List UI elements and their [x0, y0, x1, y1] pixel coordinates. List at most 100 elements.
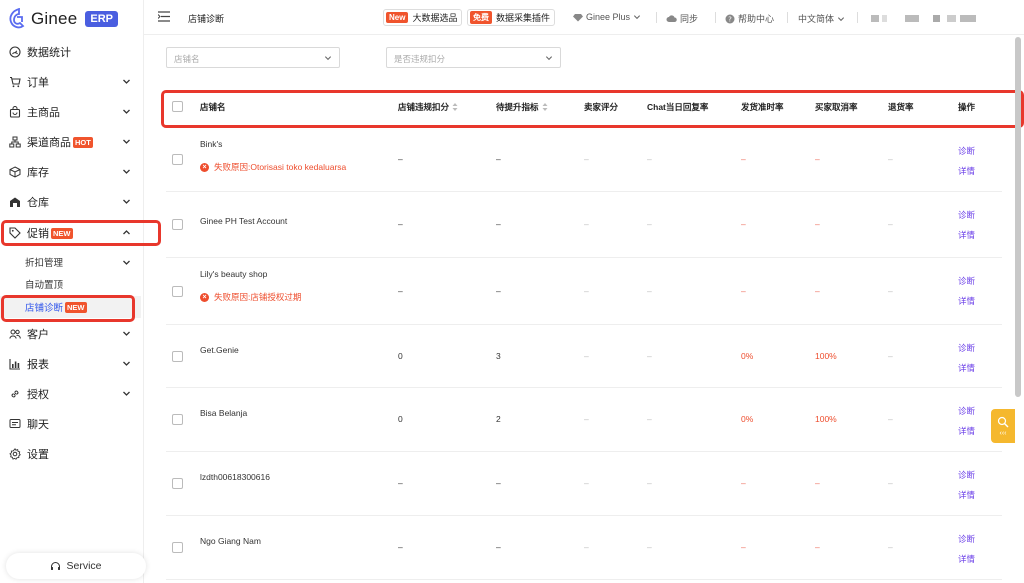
cell-return: – — [888, 414, 893, 424]
language-dropdown[interactable]: 中文简体 — [798, 12, 845, 25]
sidebar-item-inventory[interactable]: 库存 — [0, 157, 144, 187]
details-link[interactable]: 详情 — [958, 362, 975, 374]
ginee-plus-dropdown[interactable]: Ginee Plus — [573, 12, 641, 22]
row-divider — [166, 451, 1002, 452]
sidebar-item-orders[interactable]: 订单 — [0, 67, 144, 97]
sidebar-subitem-shop-diagnosis[interactable]: 店铺诊断 NEW — [0, 296, 141, 318]
sidebar-item-settings[interactable]: 设置 — [0, 439, 144, 469]
details-link[interactable]: 详情 — [958, 165, 975, 177]
cell-pending: 2 — [496, 414, 501, 424]
page-title: 店铺诊断 — [188, 14, 225, 24]
sidebar-item-authorization[interactable]: 授权 — [0, 379, 144, 409]
dashboard-icon — [9, 46, 21, 58]
cell-ontime: 0% — [741, 414, 754, 424]
sidebar-subitem-discount[interactable]: 折扣管理 — [0, 251, 144, 273]
chevron-down-icon — [123, 139, 130, 144]
cell-cancel: 100% — [815, 414, 837, 424]
row-divider — [166, 191, 1002, 192]
sidebar-item-label: 主商品 — [27, 107, 60, 119]
row-checkbox[interactable] — [172, 154, 183, 165]
col-rating: 卖家评分 — [584, 91, 618, 123]
details-link[interactable]: 详情 — [958, 425, 975, 437]
row-checkbox[interactable] — [172, 414, 183, 425]
diagnose-link[interactable]: 诊断 — [958, 533, 975, 545]
sidebar-item-label: 客户 — [27, 329, 49, 341]
cell-pending: – — [496, 154, 501, 164]
header-label: Chat当日回复率 — [647, 102, 709, 112]
col-violation[interactable]: 店铺违规扣分 — [398, 91, 458, 123]
sidebar-item-label: 促销 — [27, 228, 49, 240]
diagnose-link[interactable]: 诊断 — [958, 275, 975, 287]
help-center-link[interactable]: ? 帮助中心 — [725, 12, 774, 25]
header-label: 店铺违规扣分 — [398, 102, 450, 112]
sort-icon[interactable] — [542, 102, 548, 112]
header-label: 发货准时率 — [741, 102, 784, 112]
row-checkbox[interactable] — [172, 542, 183, 553]
diagnose-link[interactable]: 诊断 — [958, 405, 975, 417]
shop-name: lzdth00618300616 — [200, 472, 270, 482]
assistant-float-button[interactable]: ‹‹‹ — [991, 409, 1015, 443]
sidebar-item-products[interactable]: 主商品 — [0, 97, 144, 127]
cell-pending: – — [496, 478, 501, 488]
cell-rating: – — [584, 350, 589, 361]
cell-cancel: – — [815, 478, 820, 488]
sidebar-item-customers[interactable]: 客户 — [0, 319, 144, 349]
shop-name: Bink's — [200, 139, 223, 149]
header-label: 退货率 — [888, 102, 914, 112]
sort-icon[interactable] — [452, 102, 458, 112]
bag-icon — [9, 106, 21, 118]
sidebar-item-chat[interactable]: 聊天 — [0, 409, 144, 439]
cell-cancel: – — [815, 285, 820, 296]
sidebar-item-dashboard[interactable]: 数据统计 — [0, 37, 144, 67]
cell-return: – — [888, 285, 893, 296]
sidebar-item-channel-products[interactable]: 渠道商品 HOT — [0, 127, 144, 157]
details-link[interactable]: 详情 — [958, 553, 975, 565]
sync-button[interactable]: 同步 — [666, 12, 698, 25]
row-checkbox[interactable] — [172, 350, 183, 362]
ginee-plus-label: Ginee Plus — [586, 12, 631, 22]
details-link[interactable]: 详情 — [958, 295, 975, 307]
bigdata-product-button[interactable]: New 大数据选品 — [383, 9, 463, 26]
assistant-icon — [997, 416, 1009, 427]
chevron-down-icon — [545, 56, 553, 61]
chevron-down-icon — [123, 260, 130, 265]
cell-rating: – — [584, 414, 589, 424]
diagnose-link[interactable]: 诊断 — [958, 469, 975, 481]
menu-collapse-icon[interactable] — [158, 11, 170, 22]
diagnose-link[interactable]: 诊断 — [958, 342, 975, 354]
sidebar-item-reports[interactable]: 报表 — [0, 349, 144, 379]
cell-ontime: – — [741, 285, 746, 296]
service-button[interactable]: Service — [6, 553, 146, 579]
data-plugin-button[interactable]: 免费 数据采集插件 — [467, 9, 556, 26]
col-cancel-rate: 买家取消率 — [815, 91, 858, 123]
details-link[interactable]: 详情 — [958, 229, 975, 241]
sidebar-item-label: 聊天 — [27, 419, 49, 431]
sidebar-subitem-label: 自动置顶 — [25, 280, 64, 291]
sidebar-subitem-auto-bump[interactable]: 自动置顶 — [0, 273, 144, 295]
shop-name: Lily's beauty shop — [200, 269, 268, 279]
shop-name-select[interactable]: 店铺名 — [166, 47, 340, 68]
violation-select[interactable]: 是否违规扣分 — [386, 47, 561, 68]
row-checkbox[interactable] — [172, 478, 183, 489]
svg-text:?: ? — [728, 15, 732, 23]
select-all-checkbox[interactable] — [172, 101, 183, 112]
shop-name: Ginee PH Test Account — [200, 216, 288, 226]
diagnose-link[interactable]: 诊断 — [958, 209, 975, 221]
sidebar-item-label: 订单 — [27, 77, 49, 89]
sidebar-item-warehouse[interactable]: 仓库 — [0, 187, 144, 217]
cell-violation: – — [398, 478, 403, 488]
col-pending[interactable]: 待提升指标 — [496, 91, 548, 123]
logo[interactable]: Ginee ERP — [8, 6, 118, 32]
row-checkbox[interactable] — [172, 219, 183, 230]
diagnose-link[interactable]: 诊断 — [958, 145, 975, 157]
sidebar-item-promotion[interactable]: 促销 NEW — [0, 218, 144, 248]
cell-cancel: – — [815, 219, 820, 229]
error-icon: × — [200, 162, 209, 172]
page-scrollbar[interactable] — [1015, 37, 1021, 397]
row-checkbox[interactable] — [172, 285, 183, 297]
chevron-down-icon — [123, 331, 130, 336]
chevron-down-icon — [123, 199, 130, 204]
cell-return: – — [888, 478, 893, 488]
details-link[interactable]: 详情 — [958, 489, 975, 501]
help-label: 帮助中心 — [738, 14, 775, 24]
